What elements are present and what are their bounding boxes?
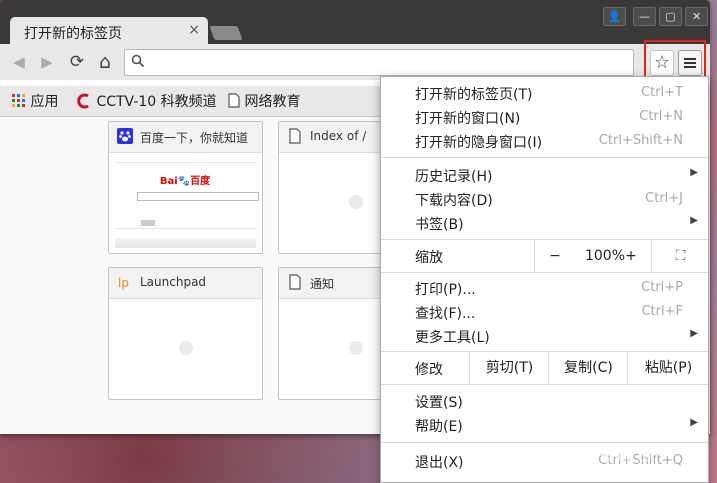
zoom-row: 缩放 − 100% + ⛶ xyxy=(381,240,708,272)
loading-dot xyxy=(179,341,193,355)
apps-shortcut[interactable]: 应用 xyxy=(12,91,58,111)
baidu-logo: Bai🐾百度 xyxy=(159,176,211,187)
page-icon xyxy=(228,93,240,108)
edit-label: 修改 xyxy=(415,362,443,378)
apps-grid-icon xyxy=(12,94,25,107)
forward-icon[interactable]: ▶ xyxy=(38,53,56,71)
menu-item-shortcut: Ctrl+P xyxy=(641,280,683,295)
page-icon xyxy=(289,128,301,144)
menu-item-print[interactable]: 打印(P)... Ctrl+P xyxy=(381,276,708,300)
submenu-arrow-icon: ▶ xyxy=(690,328,698,339)
tile-title: 通知 xyxy=(310,277,335,291)
menu-item-shortcut: Ctrl+J xyxy=(645,191,683,206)
svg-text:lp: lp xyxy=(118,276,129,290)
tab-title: 打开新的标签页 xyxy=(24,26,122,42)
title-bar: 打开新的标签页 × 👤 — ▢ ✕ xyxy=(0,0,710,45)
menu-item-label: 退出(X) xyxy=(415,455,464,471)
home-icon[interactable]: ⌂ xyxy=(96,53,114,72)
menu-item-label: 帮助(E) xyxy=(415,419,463,435)
baidu-jingyan-watermark: Bai 经验 xyxy=(548,412,667,447)
copy-button[interactable]: 复制(C) xyxy=(548,352,628,384)
menu-item-label: 打开新的窗口(N) xyxy=(415,111,521,127)
menu-item-find[interactable]: 查找(F)... Ctrl+F xyxy=(381,300,708,324)
tab-close-icon[interactable]: × xyxy=(188,22,200,38)
menu-item-downloads[interactable]: 下载内容(D) Ctrl+J xyxy=(381,187,708,211)
menu-item-label: 打印(P)... xyxy=(415,282,476,298)
menu-item-label: 书签(B) xyxy=(415,217,464,233)
menu-item-shortcut: Ctrl+F xyxy=(641,304,683,319)
most-visited-tile[interactable]: lp Launchpad xyxy=(108,267,263,400)
zoom-label: 缩放 xyxy=(415,250,443,266)
menu-separator xyxy=(381,384,708,385)
tile-header: lp Launchpad xyxy=(109,268,262,299)
menu-separator xyxy=(381,157,708,158)
tile-title: Index of / xyxy=(310,129,367,143)
cut-button[interactable]: 剪切(T) xyxy=(469,352,549,384)
baidu-page-preview: Bai🐾百度 xyxy=(115,158,259,248)
most-visited-tile[interactable]: 百度一下，你就知道 Bai🐾百度 xyxy=(108,121,263,254)
user-profile-button[interactable]: 👤 xyxy=(603,7,626,26)
fullscreen-icon[interactable]: ⛶ xyxy=(651,240,709,272)
tile-title: 百度一下，你就知道 xyxy=(140,131,249,145)
cctv-icon xyxy=(77,93,89,109)
tile-title: Launchpad xyxy=(140,275,207,289)
bookmark-online-education[interactable]: 网络教育 xyxy=(228,91,300,111)
address-bar[interactable] xyxy=(124,49,634,76)
menu-item-label: 设置(S) xyxy=(415,395,463,411)
close-button[interactable]: ✕ xyxy=(685,7,708,26)
menu-item-history[interactable]: 历史记录(H) ▶ xyxy=(381,163,708,187)
menu-item-shortcut: Ctrl+Shift+N xyxy=(598,133,683,148)
launchpad-icon: lp xyxy=(118,276,129,290)
baidu-logo-text: Bai xyxy=(159,176,178,187)
baidu-paw-icon xyxy=(117,128,133,144)
paste-button[interactable]: 粘贴(P) xyxy=(627,352,709,384)
tab-new-tab[interactable]: 打开新的标签页 × xyxy=(10,17,208,45)
back-icon[interactable]: ◀ xyxy=(10,53,28,71)
loading-dot xyxy=(349,195,363,209)
watermark-url: jingyan.baidu.com xyxy=(552,450,663,464)
submenu-arrow-icon: ▶ xyxy=(690,215,698,226)
tile-header: 百度一下，你就知道 xyxy=(109,122,262,153)
menu-item-label: 历史记录(H) xyxy=(415,169,493,185)
menu-item-label: 查找(F)... xyxy=(415,306,476,322)
search-icon xyxy=(131,54,145,68)
baidu-logo-text-cn: 百度 xyxy=(190,176,211,187)
menu-separator xyxy=(381,272,708,273)
page-icon xyxy=(289,274,301,290)
menu-item-label: 下载内容(D) xyxy=(415,193,493,209)
minimize-button[interactable]: — xyxy=(633,7,656,26)
menu-item-label: 打开新的标签页(T) xyxy=(415,87,533,103)
submenu-arrow-icon: ▶ xyxy=(690,417,698,428)
apps-label: 应用 xyxy=(30,94,59,110)
menu-item-label: 打开新的隐身窗口(I) xyxy=(415,135,543,151)
menu-item-bookmarks[interactable]: 书签(B) ▶ xyxy=(381,211,708,235)
menu-item-shortcut: Ctrl+N xyxy=(639,109,683,124)
menu-item-new-incognito-window[interactable]: 打开新的隐身窗口(I) Ctrl+Shift+N xyxy=(381,129,708,153)
bookmark-label: CCTV-10 科教频道 xyxy=(96,94,217,110)
zoom-in-button[interactable]: + xyxy=(611,240,651,272)
edit-row: 修改 剪切(T) 复制(C) 粘贴(P) xyxy=(381,352,708,384)
menu-item-shortcut: Ctrl+T xyxy=(641,85,683,100)
menu-item-new-window[interactable]: 打开新的窗口(N) Ctrl+N xyxy=(381,105,708,129)
bookmark-cctv10[interactable]: CCTV-10 科教频道 xyxy=(76,91,217,111)
reload-icon[interactable]: ⟳ xyxy=(68,53,86,71)
loading-dot xyxy=(349,341,363,355)
maximize-button[interactable]: ▢ xyxy=(659,7,682,26)
bookmark-label: 网络教育 xyxy=(244,94,301,110)
menu-item-label: 更多工具(L) xyxy=(415,330,490,346)
new-tab-button[interactable] xyxy=(209,26,243,40)
zoom-out-button[interactable]: − xyxy=(534,240,575,272)
submenu-arrow-icon: ▶ xyxy=(690,167,698,178)
menu-item-new-tab[interactable]: 打开新的标签页(T) Ctrl+T xyxy=(381,81,708,105)
menu-item-more-tools[interactable]: 更多工具(L) ▶ xyxy=(381,324,708,348)
